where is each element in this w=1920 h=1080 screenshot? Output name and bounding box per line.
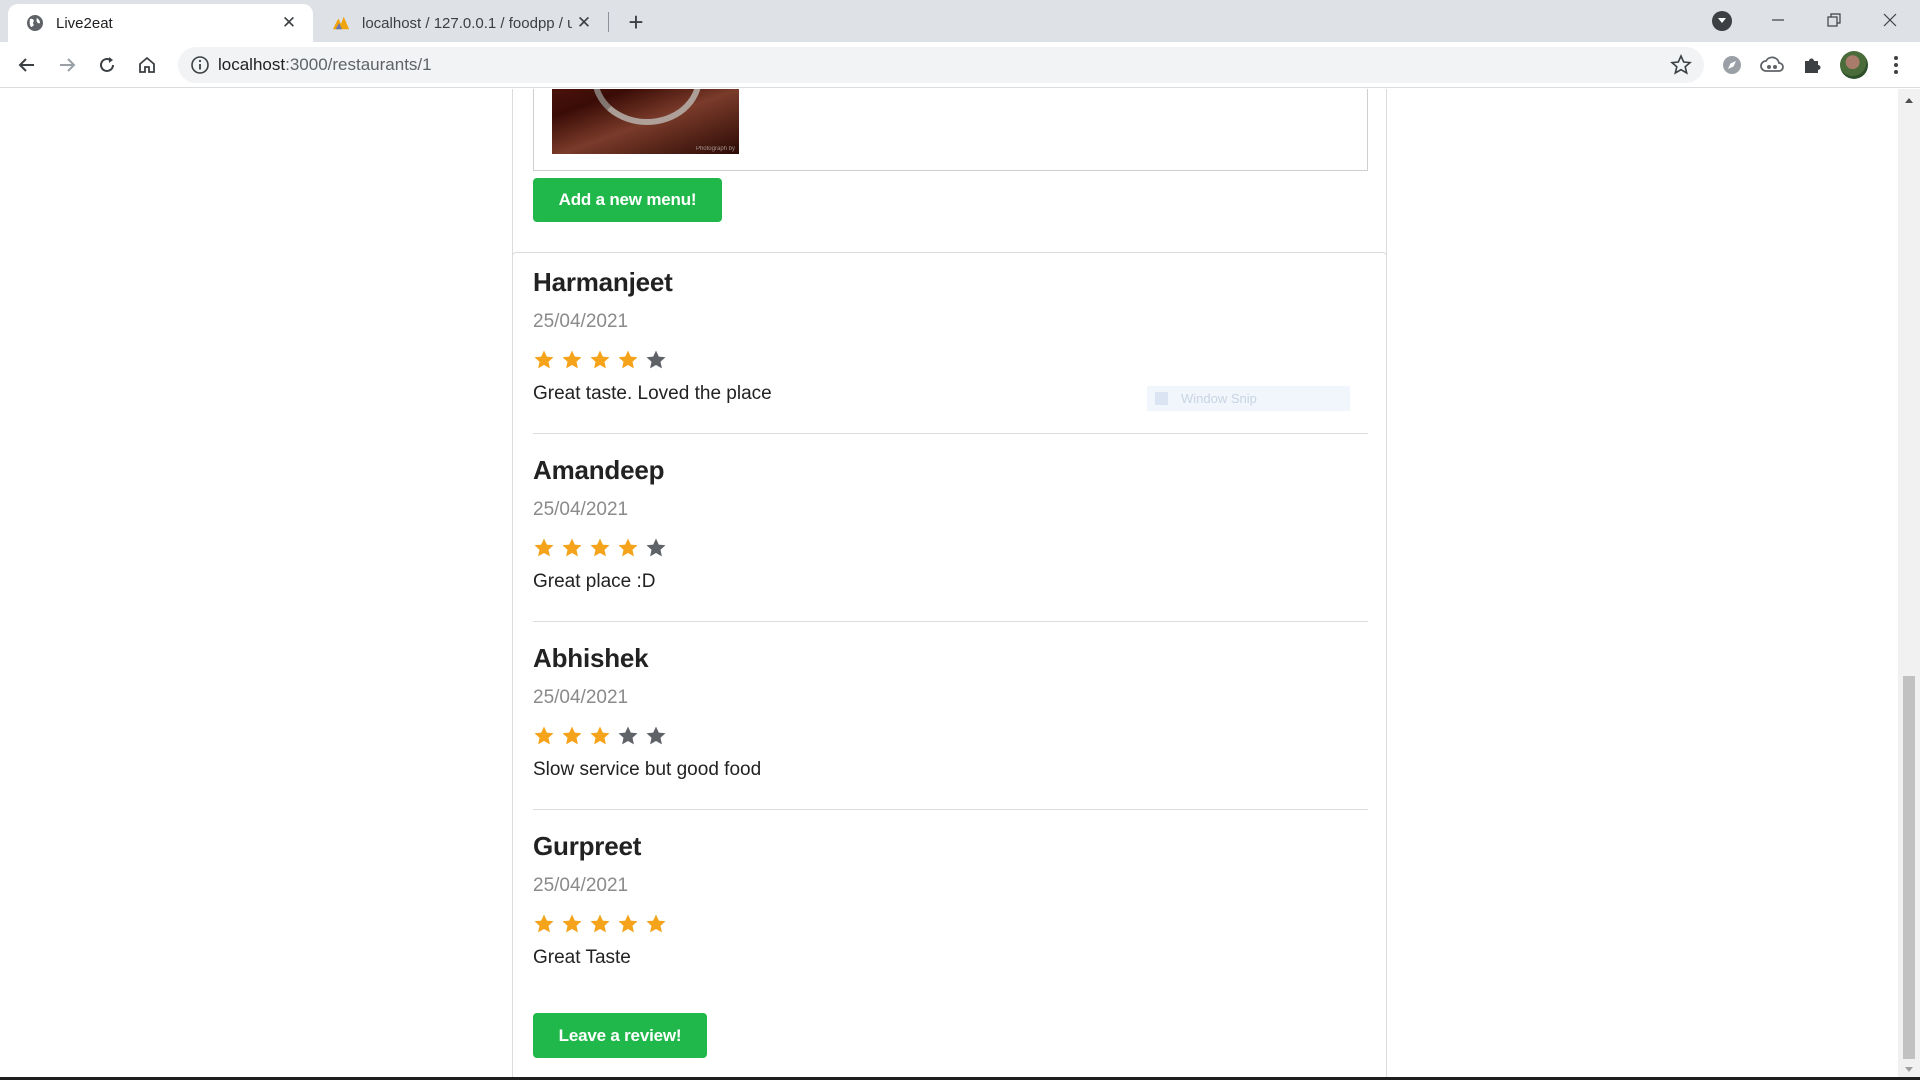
reload-icon[interactable] <box>90 48 124 82</box>
star-filled-icon <box>562 350 582 369</box>
restore-icon[interactable] <box>1806 0 1862 40</box>
vertical-scrollbar[interactable] <box>1898 89 1920 1080</box>
leave-review-button[interactable]: Leave a review! <box>533 1013 707 1058</box>
tab-title: Live2eat <box>56 14 113 32</box>
address-bar[interactable]: localhost:3000/restaurants/1 <box>178 47 1704 83</box>
close-tab-icon[interactable]: ✕ <box>277 11 301 35</box>
menu-item: Photograph by <box>533 89 1368 171</box>
star-filled-icon <box>562 914 582 933</box>
review-author: Gurpreet <box>533 831 642 861</box>
tab-bar: Live2eat ✕ localhost / 127.0.0.1 / foodp… <box>0 0 1920 42</box>
star-empty-icon <box>646 726 666 745</box>
phpmyadmin-icon <box>332 14 350 32</box>
star-filled-icon <box>590 538 610 557</box>
divider <box>533 621 1368 622</box>
star-filled-icon <box>618 914 638 933</box>
extensions-puzzle-icon[interactable] <box>1800 53 1824 77</box>
star-filled-icon <box>618 350 638 369</box>
star-filled-icon <box>590 350 610 369</box>
review-comment: Great place :D <box>533 571 656 592</box>
star-filled-icon <box>534 350 554 369</box>
forward-arrow-icon[interactable] <box>50 48 84 82</box>
info-icon[interactable] <box>190 55 210 75</box>
reviews-card: Harmanjeet 25/04/2021 Great taste. Loved… <box>512 252 1387 1080</box>
star-filled-icon <box>562 538 582 557</box>
page-viewport: Photograph by Add a new menu! Harmanjeet… <box>0 89 1898 1080</box>
star-rating <box>533 349 667 371</box>
tab-live2eat[interactable]: Live2eat ✕ <box>8 4 313 42</box>
star-filled-icon <box>590 914 610 933</box>
review-author: Amandeep <box>533 455 665 485</box>
close-window-icon[interactable] <box>1862 0 1918 40</box>
url-path: :3000/restaurants/1 <box>285 55 432 74</box>
star-filled-icon <box>534 538 554 557</box>
review-comment: Slow service but good food <box>533 759 762 780</box>
scrollbar-thumb[interactable] <box>1903 676 1915 1059</box>
tab-separator <box>608 12 609 32</box>
extension-cloud-icon[interactable] <box>1760 53 1784 77</box>
star-empty-icon <box>646 538 666 557</box>
star-filled-icon <box>590 726 610 745</box>
url-host: localhost <box>218 55 286 74</box>
globe-icon <box>26 14 44 32</box>
close-tab-icon[interactable]: ✕ <box>572 11 596 35</box>
bookmark-star-icon[interactable] <box>1670 54 1692 76</box>
divider <box>533 809 1368 810</box>
review-date: 25/04/2021 <box>533 687 629 708</box>
new-tab-plus-icon[interactable]: + <box>622 7 650 37</box>
scroll-down-arrow-icon[interactable] <box>1898 1062 1920 1076</box>
review-date: 25/04/2021 <box>533 875 629 896</box>
star-rating <box>533 537 667 559</box>
star-empty-icon <box>646 350 666 369</box>
star-rating <box>533 913 667 935</box>
menu-kebab-icon[interactable] <box>1884 53 1908 77</box>
star-filled-icon <box>534 726 554 745</box>
scroll-up-arrow-icon[interactable] <box>1898 93 1920 107</box>
home-icon[interactable] <box>130 48 164 82</box>
review-date: 25/04/2021 <box>533 311 629 332</box>
minimize-icon[interactable] <box>1750 0 1806 40</box>
window-snip-overlay: Window Snip <box>1147 386 1350 411</box>
tab-search-dropdown-icon[interactable] <box>1712 11 1732 31</box>
profile-avatar[interactable] <box>1840 51 1868 79</box>
menu-item-image: Photograph by <box>552 89 739 154</box>
star-empty-icon <box>618 726 638 745</box>
review-author: Abhishek <box>533 643 649 673</box>
divider <box>533 433 1368 434</box>
url-text: localhost:3000/restaurants/1 <box>218 55 432 75</box>
review-author: Harmanjeet <box>533 267 673 297</box>
star-filled-icon <box>646 914 666 933</box>
tab-phpmyadmin[interactable]: localhost / 127.0.0.1 / foodpp / u ✕ <box>314 4 608 42</box>
extension-compass-icon[interactable] <box>1720 53 1744 77</box>
star-filled-icon <box>618 538 638 557</box>
back-arrow-icon[interactable] <box>10 48 44 82</box>
star-rating <box>533 725 667 747</box>
review-comment: Great taste. Loved the place <box>533 383 772 404</box>
tab-title: localhost / 127.0.0.1 / foodpp / u <box>362 14 572 32</box>
browser-toolbar: localhost:3000/restaurants/1 <box>0 42 1920 88</box>
add-menu-button[interactable]: Add a new menu! <box>533 178 722 222</box>
review-comment: Great Taste <box>533 947 631 968</box>
star-filled-icon <box>534 914 554 933</box>
star-filled-icon <box>562 726 582 745</box>
review-date: 25/04/2021 <box>533 499 629 520</box>
